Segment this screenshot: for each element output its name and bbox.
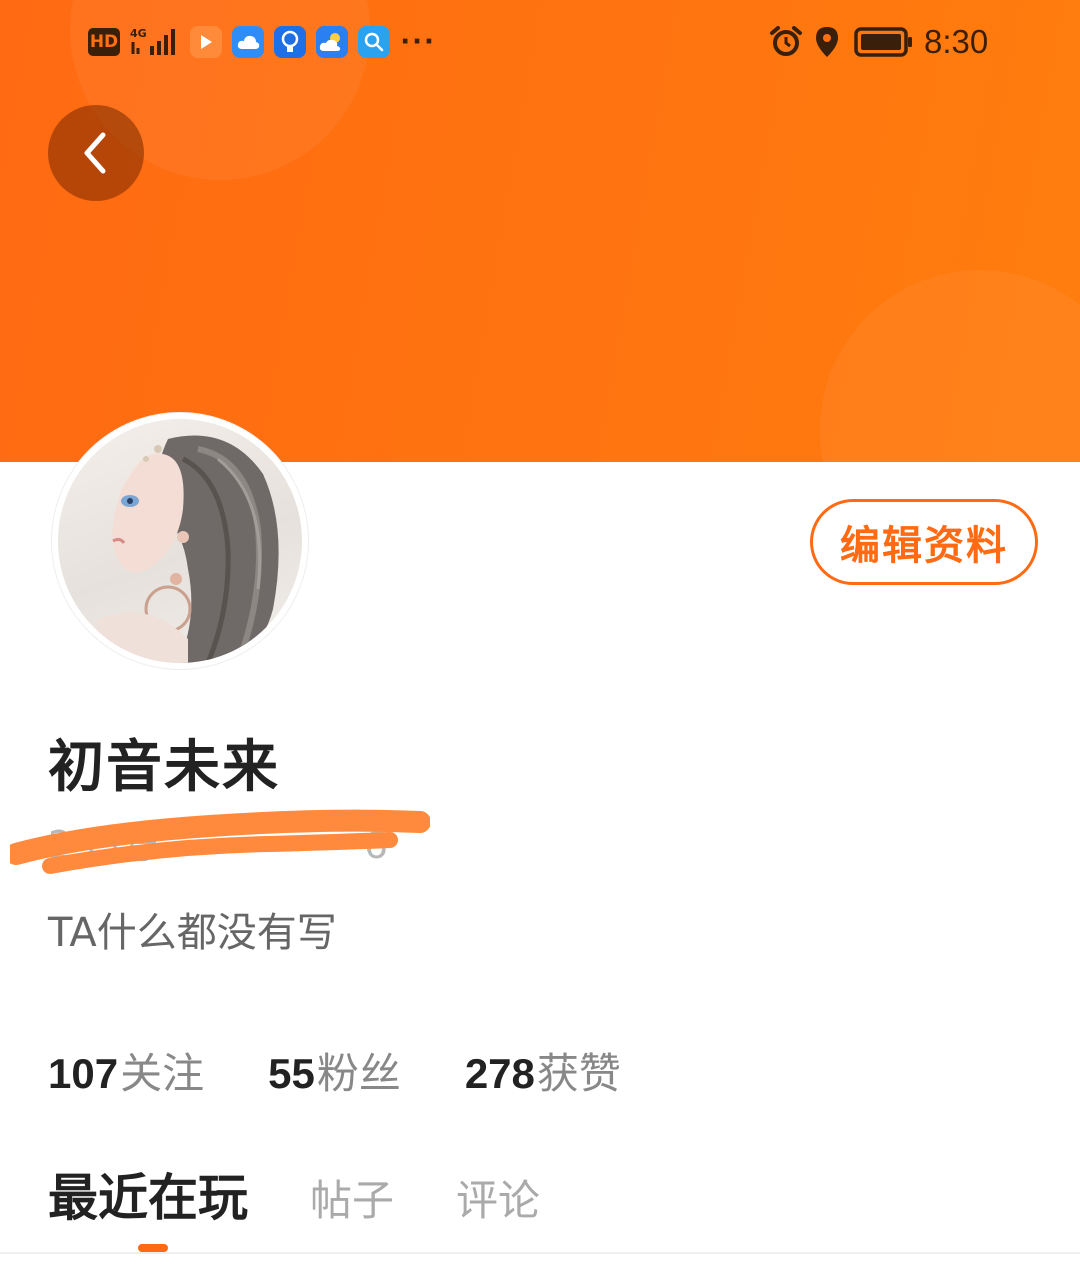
edit-profile-button[interactable]: 编辑资料 [810, 499, 1038, 585]
profile-tabs: 最近在玩 帖子 评论 [48, 1158, 602, 1228]
stat-following[interactable]: 107 关注 [48, 1040, 204, 1101]
tab-recently-played[interactable]: 最近在玩 [48, 1158, 248, 1230]
alarm-icon [768, 26, 804, 58]
stat-likes[interactable]: 278 获赞 [465, 1040, 621, 1101]
stat-label: 粉丝 [316, 1049, 401, 1098]
stat-label: 获赞 [536, 1049, 621, 1098]
cloud-app-icon [232, 26, 264, 58]
avatar-image [58, 419, 302, 663]
status-time: 8:30 [924, 23, 989, 60]
weather-app-icon [316, 26, 348, 58]
active-tab-indicator [138, 1244, 168, 1252]
bulb-app-icon [274, 26, 306, 58]
username: 初音未来 [48, 735, 280, 800]
stat-value: 107 [48, 1050, 119, 1097]
tab-posts[interactable]: 帖子 [310, 1167, 394, 1228]
location-icon [812, 26, 842, 58]
search-app-icon [358, 26, 390, 58]
user-bio: TA什么都没有写 [48, 910, 337, 956]
signal-icon: 4G [130, 26, 182, 58]
back-button[interactable] [48, 105, 144, 201]
avatar[interactable] [52, 413, 308, 669]
more-icon: ··· [400, 27, 436, 57]
tab-comments[interactable]: 评论 [456, 1167, 540, 1228]
stat-value: 278 [464, 1050, 535, 1097]
stats-row: 107 关注 55 粉丝 278 获赞 [48, 1040, 685, 1100]
chevron-left-icon [84, 132, 106, 174]
video-app-icon [190, 26, 222, 58]
redaction-scribble [10, 809, 430, 874]
svg-text:4G: 4G [130, 27, 147, 40]
stat-label: 关注 [120, 1049, 205, 1098]
stat-followers[interactable]: 55 粉丝 [268, 1040, 401, 1101]
battery-icon [854, 26, 914, 58]
stat-value: 55 [268, 1050, 315, 1097]
status-bar: HD 4G ··· 8:30 [0, 0, 1080, 84]
user-id: 233号 ················6 [10, 806, 430, 882]
header-decoration [820, 270, 1080, 462]
hd-icon: HD [88, 28, 120, 56]
divider [0, 1252, 1080, 1254]
